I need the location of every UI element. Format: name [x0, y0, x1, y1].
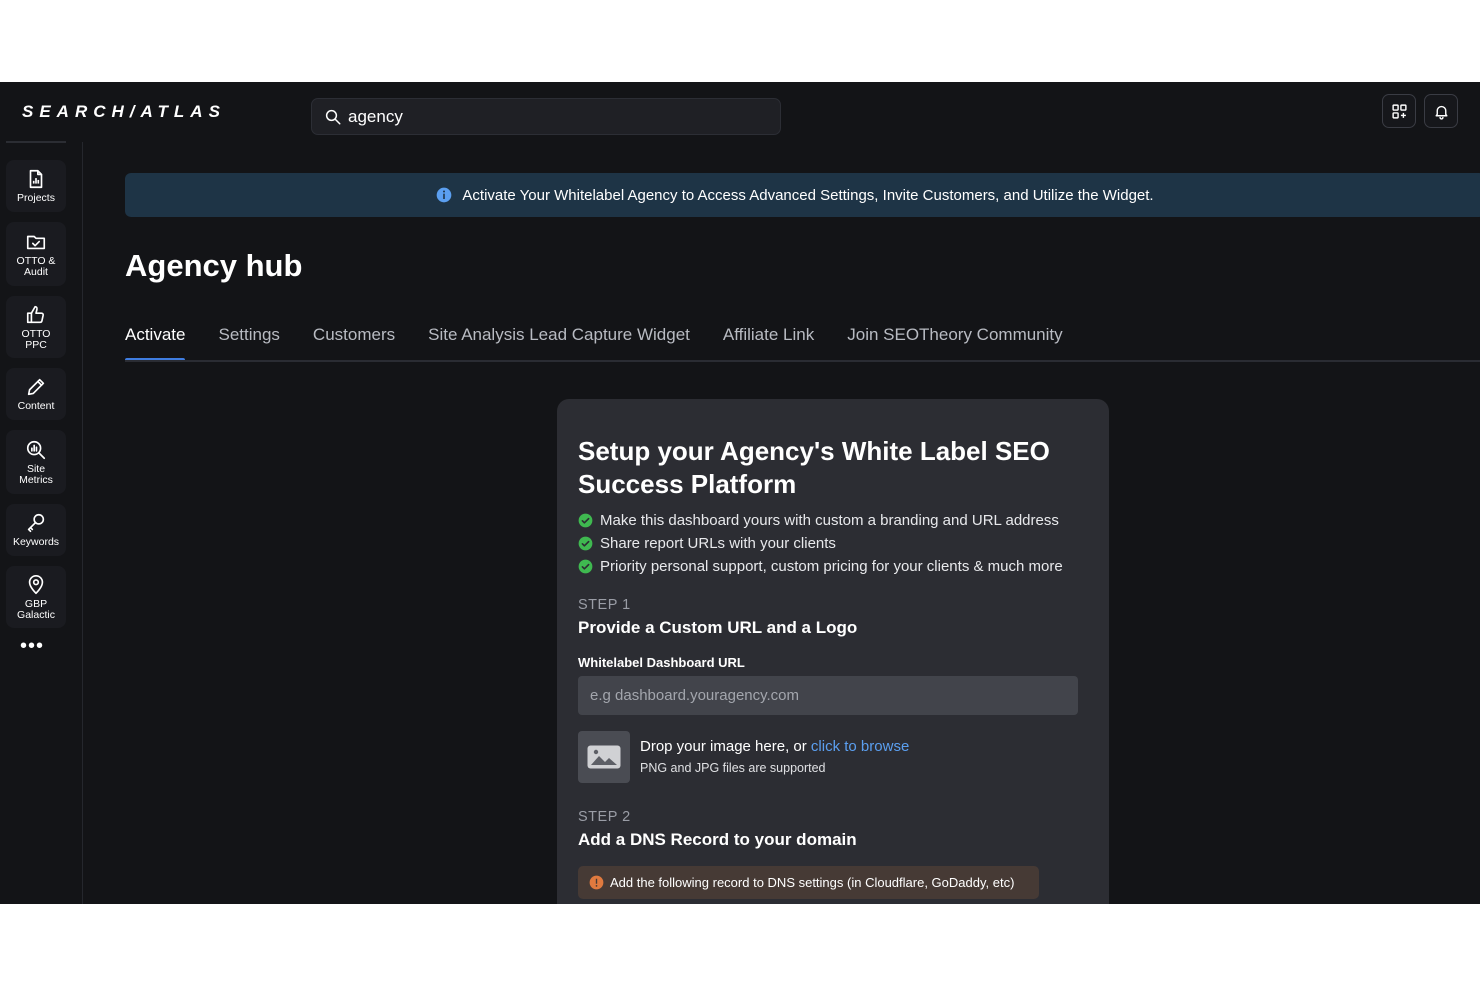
tab-join-community[interactable]: Join SEOTheory Community [847, 325, 1062, 362]
sidebar-item-label: GBP Galactic [17, 597, 55, 621]
sidebar-item-label: Keywords [12, 536, 60, 548]
banner-text: Activate Your Whitelabel Agency to Acces… [462, 186, 1154, 204]
logo[interactable]: SEARCH/ATLAS [22, 102, 226, 122]
feature-text: Share report URLs with your clients [600, 535, 836, 552]
sidebar-item-label: OTTO PPC [21, 327, 51, 351]
sidebar-item-otto-audit[interactable]: OTTO & Audit [6, 222, 66, 286]
dropzone-hint: PNG and JPG files are supported [640, 761, 826, 775]
apps-grid-icon [1391, 103, 1407, 119]
card-title: Setup your Agency's White Label SEO Succ… [578, 436, 1050, 499]
list-item: Priority personal support, custom pricin… [578, 555, 1063, 578]
sidebar-item-label: Content [17, 400, 55, 412]
sidebar-item-gbp-galactic[interactable]: GBP Galactic [6, 566, 66, 628]
info-icon [437, 187, 452, 203]
step2-title: Add a DNS Record to your domain [578, 830, 857, 849]
check-circle-icon [578, 536, 593, 551]
warning-icon [589, 875, 604, 890]
folder-check-icon [26, 235, 46, 249]
dns-warning-note: Add the following record to DNS settings… [578, 866, 1039, 899]
list-item: Make this dashboard yours with custom a … [578, 509, 1063, 532]
activation-banner: Activate Your Whitelabel Agency to Acces… [125, 173, 1480, 217]
search-input[interactable] [348, 106, 780, 127]
check-circle-icon [578, 559, 593, 574]
tab-settings[interactable]: Settings [218, 325, 279, 362]
tab-affiliate-link[interactable]: Affiliate Link [723, 325, 814, 362]
search-icon [325, 109, 341, 124]
image-icon [587, 745, 621, 769]
setup-card: Setup your Agency's White Label SEO Succ… [557, 399, 1109, 904]
tab-activate[interactable]: Activate [125, 325, 186, 362]
sidebar-item-label: Site Metrics [19, 462, 53, 486]
sidebar-item-site-metrics[interactable]: Site Metrics [6, 430, 66, 494]
notifications-button[interactable] [1424, 94, 1458, 128]
sidebar-item-projects[interactable]: Projects [6, 160, 66, 212]
key-icon [27, 513, 45, 533]
tab-bar: Activate Settings Customers Site Analysi… [125, 325, 1096, 362]
sidebar-item-keywords[interactable]: Keywords [6, 504, 66, 556]
sidebar-divider [82, 142, 83, 904]
thumbs-up-icon [26, 305, 45, 323]
dropzone-instruction: Drop your image here, or [640, 738, 807, 755]
dropzone-text: Drop your image here, or click to browse [640, 738, 909, 755]
check-circle-icon [578, 513, 593, 528]
whitelabel-url-field[interactable] [578, 676, 1078, 715]
feature-text: Make this dashboard yours with custom a … [600, 512, 1059, 529]
step1-label: STEP 1 [578, 597, 631, 613]
tab-site-analysis-widget[interactable]: Site Analysis Lead Capture Widget [428, 325, 690, 362]
browse-link[interactable]: click to browse [811, 738, 909, 755]
feature-list: Make this dashboard yours with custom a … [578, 509, 1063, 578]
tabs-divider [125, 360, 1480, 362]
pencil-icon [27, 378, 45, 396]
whitelabel-url-label: Whitelabel Dashboard URL [578, 655, 745, 670]
chart-search-icon [26, 440, 46, 459]
dns-note-text: Add the following record to DNS settings… [610, 875, 1015, 890]
step1-title: Provide a Custom URL and a Logo [578, 618, 858, 637]
bell-icon [1434, 105, 1448, 120]
sidebar-item-label: OTTO & Audit [16, 254, 56, 278]
logo-dropzone[interactable] [578, 731, 630, 783]
app-window: SEARCH/ATLAS Projects OTTO & Audit [0, 82, 1480, 904]
tab-customers[interactable]: Customers [313, 325, 395, 362]
feature-text: Priority personal support, custom pricin… [600, 558, 1063, 575]
location-pin-icon [28, 574, 44, 594]
apps-grid-button[interactable] [1382, 94, 1416, 128]
page-title: Agency hub [125, 248, 303, 283]
logo-divider [6, 141, 66, 143]
search-bar[interactable] [311, 98, 781, 135]
more-menu-icon[interactable]: ••• [20, 636, 44, 656]
sidebar-item-label: Projects [17, 192, 55, 204]
list-item: Share report URLs with your clients [578, 532, 1063, 555]
step2-label: STEP 2 [578, 809, 631, 825]
sidebar-item-content[interactable]: Content [6, 368, 66, 420]
document-icon [29, 169, 43, 189]
sidebar-item-otto-ppc[interactable]: OTTO PPC [6, 296, 66, 358]
